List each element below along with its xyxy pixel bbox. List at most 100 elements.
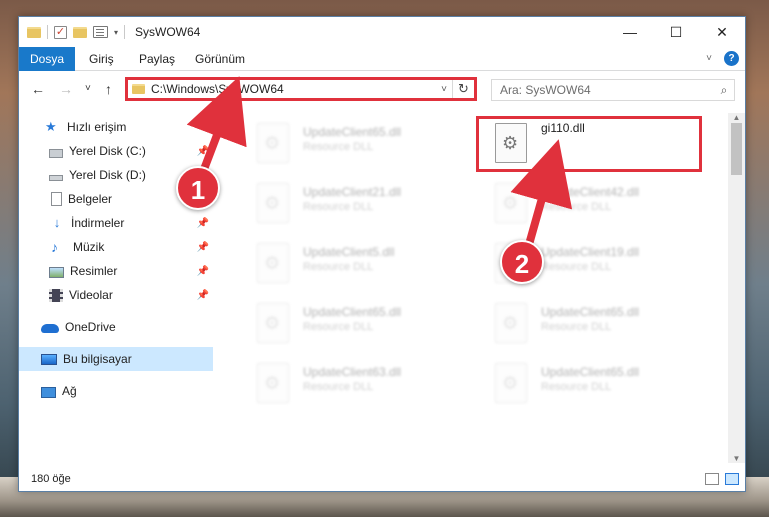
sidebar-item-label: İndirmeler xyxy=(71,216,125,230)
dll-file-icon xyxy=(257,303,289,343)
tab-share[interactable]: Paylaş xyxy=(139,47,175,71)
file-item[interactable]: UpdateClient65.dll Resource DLL xyxy=(475,357,701,413)
large-icons-view-icon[interactable] xyxy=(725,473,739,485)
quick-access-toolbar: ✓ ▾ xyxy=(27,25,126,39)
sidebar-item-local-disk-c[interactable]: Yerel Disk (C:) 📌 xyxy=(19,139,213,163)
cloud-icon xyxy=(41,324,59,333)
ribbon-right-controls: ˅ ? xyxy=(706,51,739,66)
folder-icon xyxy=(132,84,145,94)
sidebar-item-quick-access[interactable]: ★ Hızlı erişim xyxy=(19,115,213,139)
vertical-scrollbar[interactable]: ▲ ▼ xyxy=(728,113,745,463)
close-button[interactable]: ✕ xyxy=(699,17,745,47)
star-icon: ★ xyxy=(45,119,57,134)
expand-ribbon-icon[interactable]: ˅ xyxy=(706,53,712,64)
file-name: UpdateClient19.dll xyxy=(541,245,640,259)
sidebar-item-label: Hızlı erişim xyxy=(67,120,127,134)
maximize-button[interactable]: ☐ xyxy=(653,17,699,47)
computer-icon xyxy=(41,354,57,365)
sidebar-item-label: Yerel Disk (D:) xyxy=(69,168,146,182)
ribbon-tabs: Dosya Giriş Paylaş Görünüm ˅ ? xyxy=(19,47,745,71)
sidebar-item-label: Videolar xyxy=(69,288,113,302)
search-icon[interactable]: ⌕ xyxy=(714,83,734,98)
tab-home[interactable]: Giriş xyxy=(89,47,114,71)
minimize-button[interactable]: — xyxy=(607,17,653,47)
file-item[interactable]: UpdateClient21.dll Resource DLL xyxy=(237,177,463,233)
file-type: Resource DLL xyxy=(303,381,374,393)
dll-file-icon xyxy=(257,183,289,223)
scroll-down-icon[interactable]: ▼ xyxy=(728,454,745,463)
window-title: SysWOW64 xyxy=(135,25,201,39)
file-item[interactable]: UpdateClient65.dll Resource DLL xyxy=(237,297,463,353)
properties-icon[interactable] xyxy=(93,26,108,38)
navigation-bar: ← → ˅ ↑ C:\Windows\SysWOW64 ˅ ↻ ⌕ xyxy=(19,73,745,107)
item-count: 180 öğe xyxy=(31,473,71,485)
new-folder-icon[interactable] xyxy=(73,26,87,38)
address-bar[interactable]: C:\Windows\SysWOW64 ˅ ↻ xyxy=(125,77,477,101)
download-icon: ↓ xyxy=(53,215,61,230)
sidebar-item-label: Belgeler xyxy=(68,192,113,206)
pictures-icon xyxy=(49,266,64,278)
file-item[interactable]: UpdateClient63.dll Resource DLL xyxy=(237,357,463,413)
file-type: Resource DLL xyxy=(303,321,374,333)
search-input[interactable] xyxy=(492,83,714,97)
file-type: Resource DLL xyxy=(541,261,612,273)
toolbar-separator xyxy=(47,25,48,39)
pin-icon[interactable]: 📌 xyxy=(197,290,209,301)
sidebar-item-network[interactable]: Ağ xyxy=(19,379,213,403)
sidebar-item-this-pc[interactable]: Bu bilgisayar xyxy=(19,347,213,371)
details-view-icon[interactable] xyxy=(705,473,719,485)
sidebar-item-pictures[interactable]: Resimler 📌 xyxy=(19,259,213,283)
help-icon[interactable]: ? xyxy=(724,51,739,66)
file-type: Resource DLL xyxy=(541,201,612,213)
file-name: UpdateClient63.dll xyxy=(303,365,402,379)
up-button[interactable]: ↑ xyxy=(105,81,112,97)
network-icon xyxy=(41,386,56,398)
sidebar-item-label: OneDrive xyxy=(65,320,116,334)
search-box[interactable]: ⌕ xyxy=(491,79,735,101)
sidebar-item-onedrive[interactable]: OneDrive xyxy=(19,315,213,339)
document-icon xyxy=(51,192,62,206)
target-file-highlight xyxy=(476,116,702,172)
properties-check-icon[interactable]: ✓ xyxy=(54,25,67,39)
refresh-button[interactable]: ↻ xyxy=(452,80,474,98)
customize-dropdown-icon[interactable]: ▾ xyxy=(114,28,118,37)
file-name: UpdateClient65.dll xyxy=(541,305,640,319)
status-bar: 180 öğe xyxy=(19,467,745,491)
folder-icon xyxy=(27,26,41,38)
recent-locations-button[interactable]: ˅ xyxy=(85,83,91,94)
sidebar-item-label: Müzik xyxy=(73,240,105,254)
back-button[interactable]: ← xyxy=(31,81,45,97)
video-icon xyxy=(49,288,63,302)
sidebar-item-label: Ağ xyxy=(62,384,77,398)
address-dropdown-icon[interactable]: ˅ xyxy=(441,84,447,95)
view-toggle xyxy=(705,473,739,485)
scrollbar-thumb[interactable] xyxy=(731,123,742,175)
sidebar-item-videos[interactable]: Videolar 📌 xyxy=(19,283,213,307)
file-item[interactable]: UpdateClient5.dll Resource DLL xyxy=(237,237,463,293)
scroll-up-icon[interactable]: ▲ xyxy=(728,113,745,122)
pin-icon[interactable]: 📌 xyxy=(197,218,209,229)
file-item[interactable]: UpdateClient65.dll Resource DLL xyxy=(475,297,701,353)
address-path[interactable]: C:\Windows\SysWOW64 xyxy=(151,82,441,96)
sidebar-item-label: Resimler xyxy=(70,264,118,278)
tab-file[interactable]: Dosya xyxy=(19,47,75,71)
file-name: UpdateClient21.dll xyxy=(303,185,402,199)
dll-file-icon xyxy=(495,363,527,403)
tab-view[interactable]: Görünüm xyxy=(195,47,245,71)
forward-button[interactable]: → xyxy=(59,81,73,97)
title-bar: ✓ ▾ SysWOW64 — ☐ ✕ xyxy=(19,17,745,47)
file-name: UpdateClient65.dll xyxy=(303,125,402,139)
file-item[interactable]: UpdateClient65.dll Resource DLL xyxy=(237,117,463,173)
pin-icon[interactable]: 📌 xyxy=(197,146,209,157)
toolbar-separator xyxy=(124,25,126,39)
sidebar-item-music[interactable]: ♪ Müzik 📌 xyxy=(19,235,213,259)
pin-icon[interactable]: 📌 xyxy=(197,242,209,253)
pin-icon[interactable]: 📌 xyxy=(197,266,209,277)
dll-file-icon xyxy=(257,363,289,403)
window-controls: — ☐ ✕ xyxy=(607,17,745,47)
sidebar-item-label: Yerel Disk (C:) xyxy=(69,144,146,158)
music-icon: ♪ xyxy=(51,239,58,255)
file-item[interactable]: UpdateClient42.dll Resource DLL xyxy=(475,177,701,233)
sidebar-item-downloads[interactable]: ↓ İndirmeler 📌 xyxy=(19,211,213,235)
drive-icon xyxy=(49,175,63,181)
